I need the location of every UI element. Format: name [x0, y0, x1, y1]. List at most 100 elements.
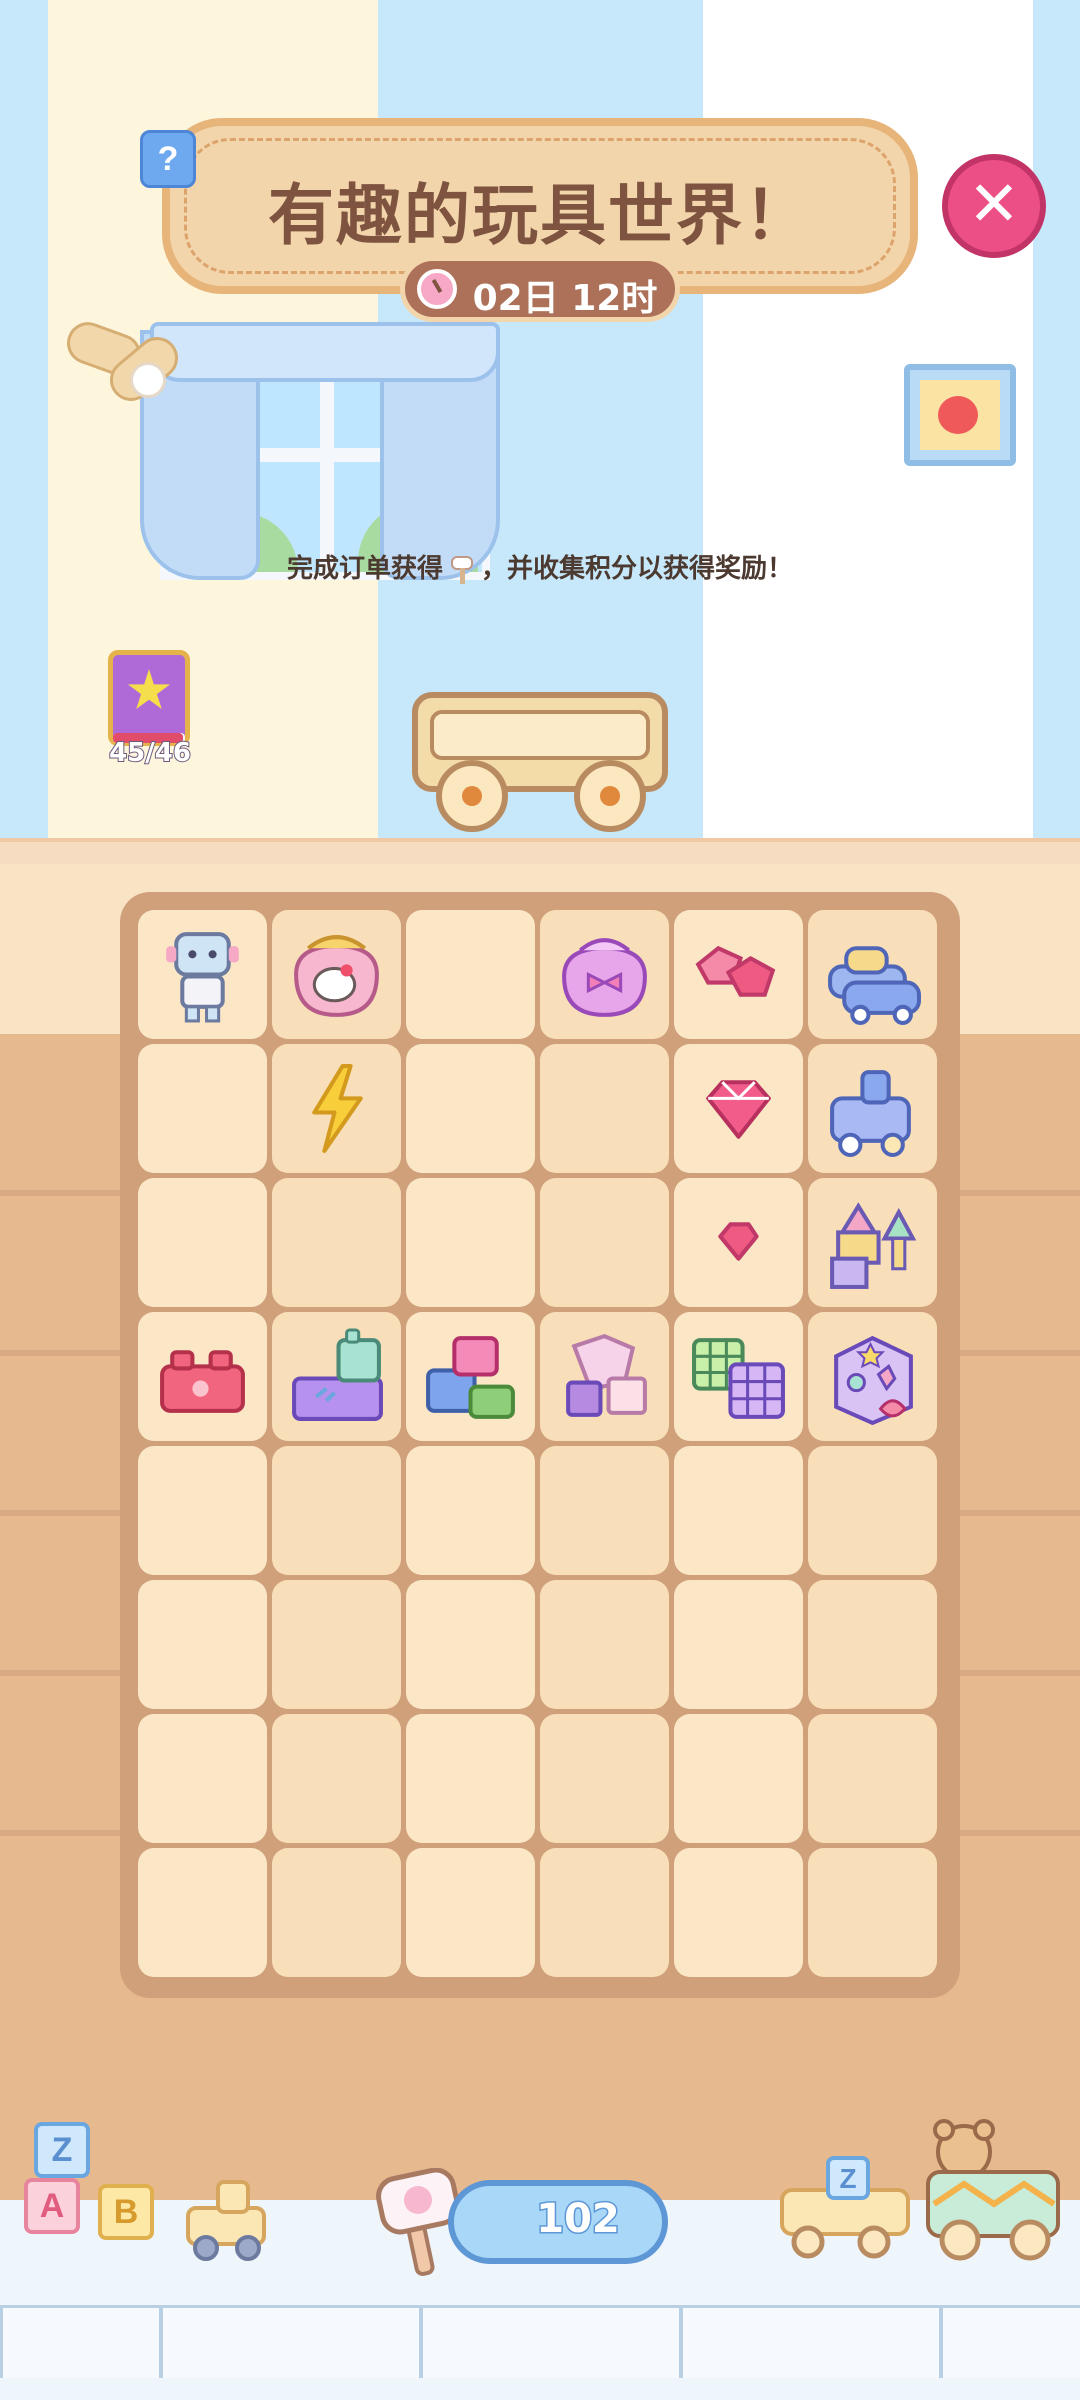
board-cell[interactable]: [808, 1312, 937, 1441]
board-cell[interactable]: [674, 1312, 803, 1441]
star-icon: [127, 669, 171, 710]
board-cell[interactable]: [138, 1178, 267, 1307]
board-cell[interactable]: [808, 910, 937, 1039]
board-cell[interactable]: [808, 1848, 937, 1977]
board-cell[interactable]: [540, 1446, 669, 1575]
lego-single-icon[interactable]: [152, 1326, 253, 1427]
cart-wheel: [574, 760, 646, 832]
floor-tile: [0, 2305, 162, 2378]
board-cell[interactable]: [540, 1714, 669, 1843]
collection-book-button[interactable]: [108, 650, 190, 746]
cars-stack-icon[interactable]: [822, 924, 923, 1025]
board-cell[interactable]: [674, 1714, 803, 1843]
board-cell[interactable]: [674, 1848, 803, 1977]
toy-train-icon[interactable]: [822, 1058, 923, 1159]
board-cell[interactable]: [272, 1312, 401, 1441]
board-cell[interactable]: [406, 1714, 535, 1843]
board-cell[interactable]: [272, 1178, 401, 1307]
gems-pair-icon[interactable]: [688, 924, 789, 1025]
toy-train-decor: [186, 2180, 266, 2261]
board-cell[interactable]: [540, 1178, 669, 1307]
board-cell[interactable]: [674, 1580, 803, 1709]
toy-block-a: A: [24, 2178, 80, 2234]
board-cell[interactable]: [674, 1446, 803, 1575]
board-cell[interactable]: [272, 1580, 401, 1709]
board-cell[interactable]: [406, 1044, 535, 1173]
board-cell[interactable]: [674, 1178, 803, 1307]
pastel-cubes-icon[interactable]: [554, 1326, 655, 1427]
floor-tile: [680, 2305, 942, 2378]
event-title: 有趣的玩具世界！: [268, 177, 812, 254]
castle-blocks-icon[interactable]: [822, 1192, 923, 1293]
hammer-count: 102: [535, 2195, 622, 2244]
board-cell[interactable]: [674, 1044, 803, 1173]
help-button[interactable]: ?: [140, 130, 196, 188]
board-cell[interactable]: [272, 1446, 401, 1575]
board-cell[interactable]: [406, 1178, 535, 1307]
toy-block-z: Z: [34, 2122, 90, 2178]
board-cell[interactable]: [808, 1580, 937, 1709]
instruction-text: 完成订单获得 ，并收集积分以获得奖励！: [0, 548, 1080, 585]
floor-tile: [160, 2305, 422, 2378]
board-cell[interactable]: [138, 1580, 267, 1709]
lego-tower-icon[interactable]: [286, 1326, 387, 1427]
teddy-wagon-decor: [926, 2119, 1060, 2261]
cart-wheel: [436, 760, 508, 832]
floor-tile: [420, 2305, 682, 2378]
rubik-cubes-icon[interactable]: [688, 1326, 789, 1427]
board-cell[interactable]: [674, 910, 803, 1039]
clock-icon: [417, 269, 457, 309]
purse-bow-icon[interactable]: [554, 924, 655, 1025]
frame-inner: [920, 380, 1000, 450]
apple-picture-frame: [904, 364, 1016, 466]
board-cell[interactable]: [272, 1714, 401, 1843]
board-cell[interactable]: [540, 1580, 669, 1709]
board-cell[interactable]: [138, 1714, 267, 1843]
board-cell[interactable]: [406, 1312, 535, 1441]
fan-flower-icon: [130, 362, 166, 398]
cart-bed: [430, 710, 650, 760]
merge-board: [120, 892, 960, 1998]
board-cell[interactable]: [540, 1848, 669, 1977]
instruction-after: ，并收集积分以获得奖励！: [481, 554, 794, 584]
board-cell[interactable]: [138, 1446, 267, 1575]
event-timer: 02日 12时: [400, 256, 680, 322]
board-cell[interactable]: [406, 1580, 535, 1709]
collection-count: 45/46: [108, 737, 192, 769]
board-cell[interactable]: [138, 1044, 267, 1173]
board-cell[interactable]: [272, 910, 401, 1039]
hammer-counter: 102: [448, 2180, 668, 2264]
board-cell[interactable]: [406, 910, 535, 1039]
shape-sorter-icon[interactable]: [822, 1326, 923, 1427]
board-cell[interactable]: [808, 1714, 937, 1843]
board-cell[interactable]: [808, 1446, 937, 1575]
toy-truck-decor: Z: [780, 2156, 910, 2259]
toy-block-b: B: [98, 2184, 154, 2240]
board-cell[interactable]: [138, 1312, 267, 1441]
close-button[interactable]: ✕: [942, 154, 1046, 258]
board-grid: [138, 910, 937, 1977]
ceiling-fan: [61, 316, 187, 410]
board-cell[interactable]: [138, 1848, 267, 1977]
board-cell[interactable]: [540, 1044, 669, 1173]
board-cell[interactable]: [406, 1848, 535, 1977]
board-cell[interactable]: [808, 1178, 937, 1307]
board-cell[interactable]: [540, 1312, 669, 1441]
gem-icon[interactable]: [688, 1058, 789, 1159]
board-cell[interactable]: [808, 1044, 937, 1173]
timer-text: 02日 12时: [472, 278, 658, 319]
lightning-icon[interactable]: [286, 1058, 387, 1159]
instruction-before: 完成订单获得: [286, 554, 443, 584]
board-cell[interactable]: [540, 910, 669, 1039]
board-cell[interactable]: [272, 1848, 401, 1977]
lego-pile-icon[interactable]: [420, 1326, 521, 1427]
purse-hello-kitty-icon[interactable]: [286, 924, 387, 1025]
curtain-valance: [150, 322, 500, 382]
truck-block-letter: Z: [839, 2163, 856, 2194]
board-cell[interactable]: [272, 1044, 401, 1173]
board-cell[interactable]: [138, 910, 267, 1039]
board-cell[interactable]: [406, 1446, 535, 1575]
floor-tile: [940, 2305, 1080, 2378]
robot-icon[interactable]: [152, 924, 253, 1025]
gem-small-icon[interactable]: [688, 1192, 789, 1293]
